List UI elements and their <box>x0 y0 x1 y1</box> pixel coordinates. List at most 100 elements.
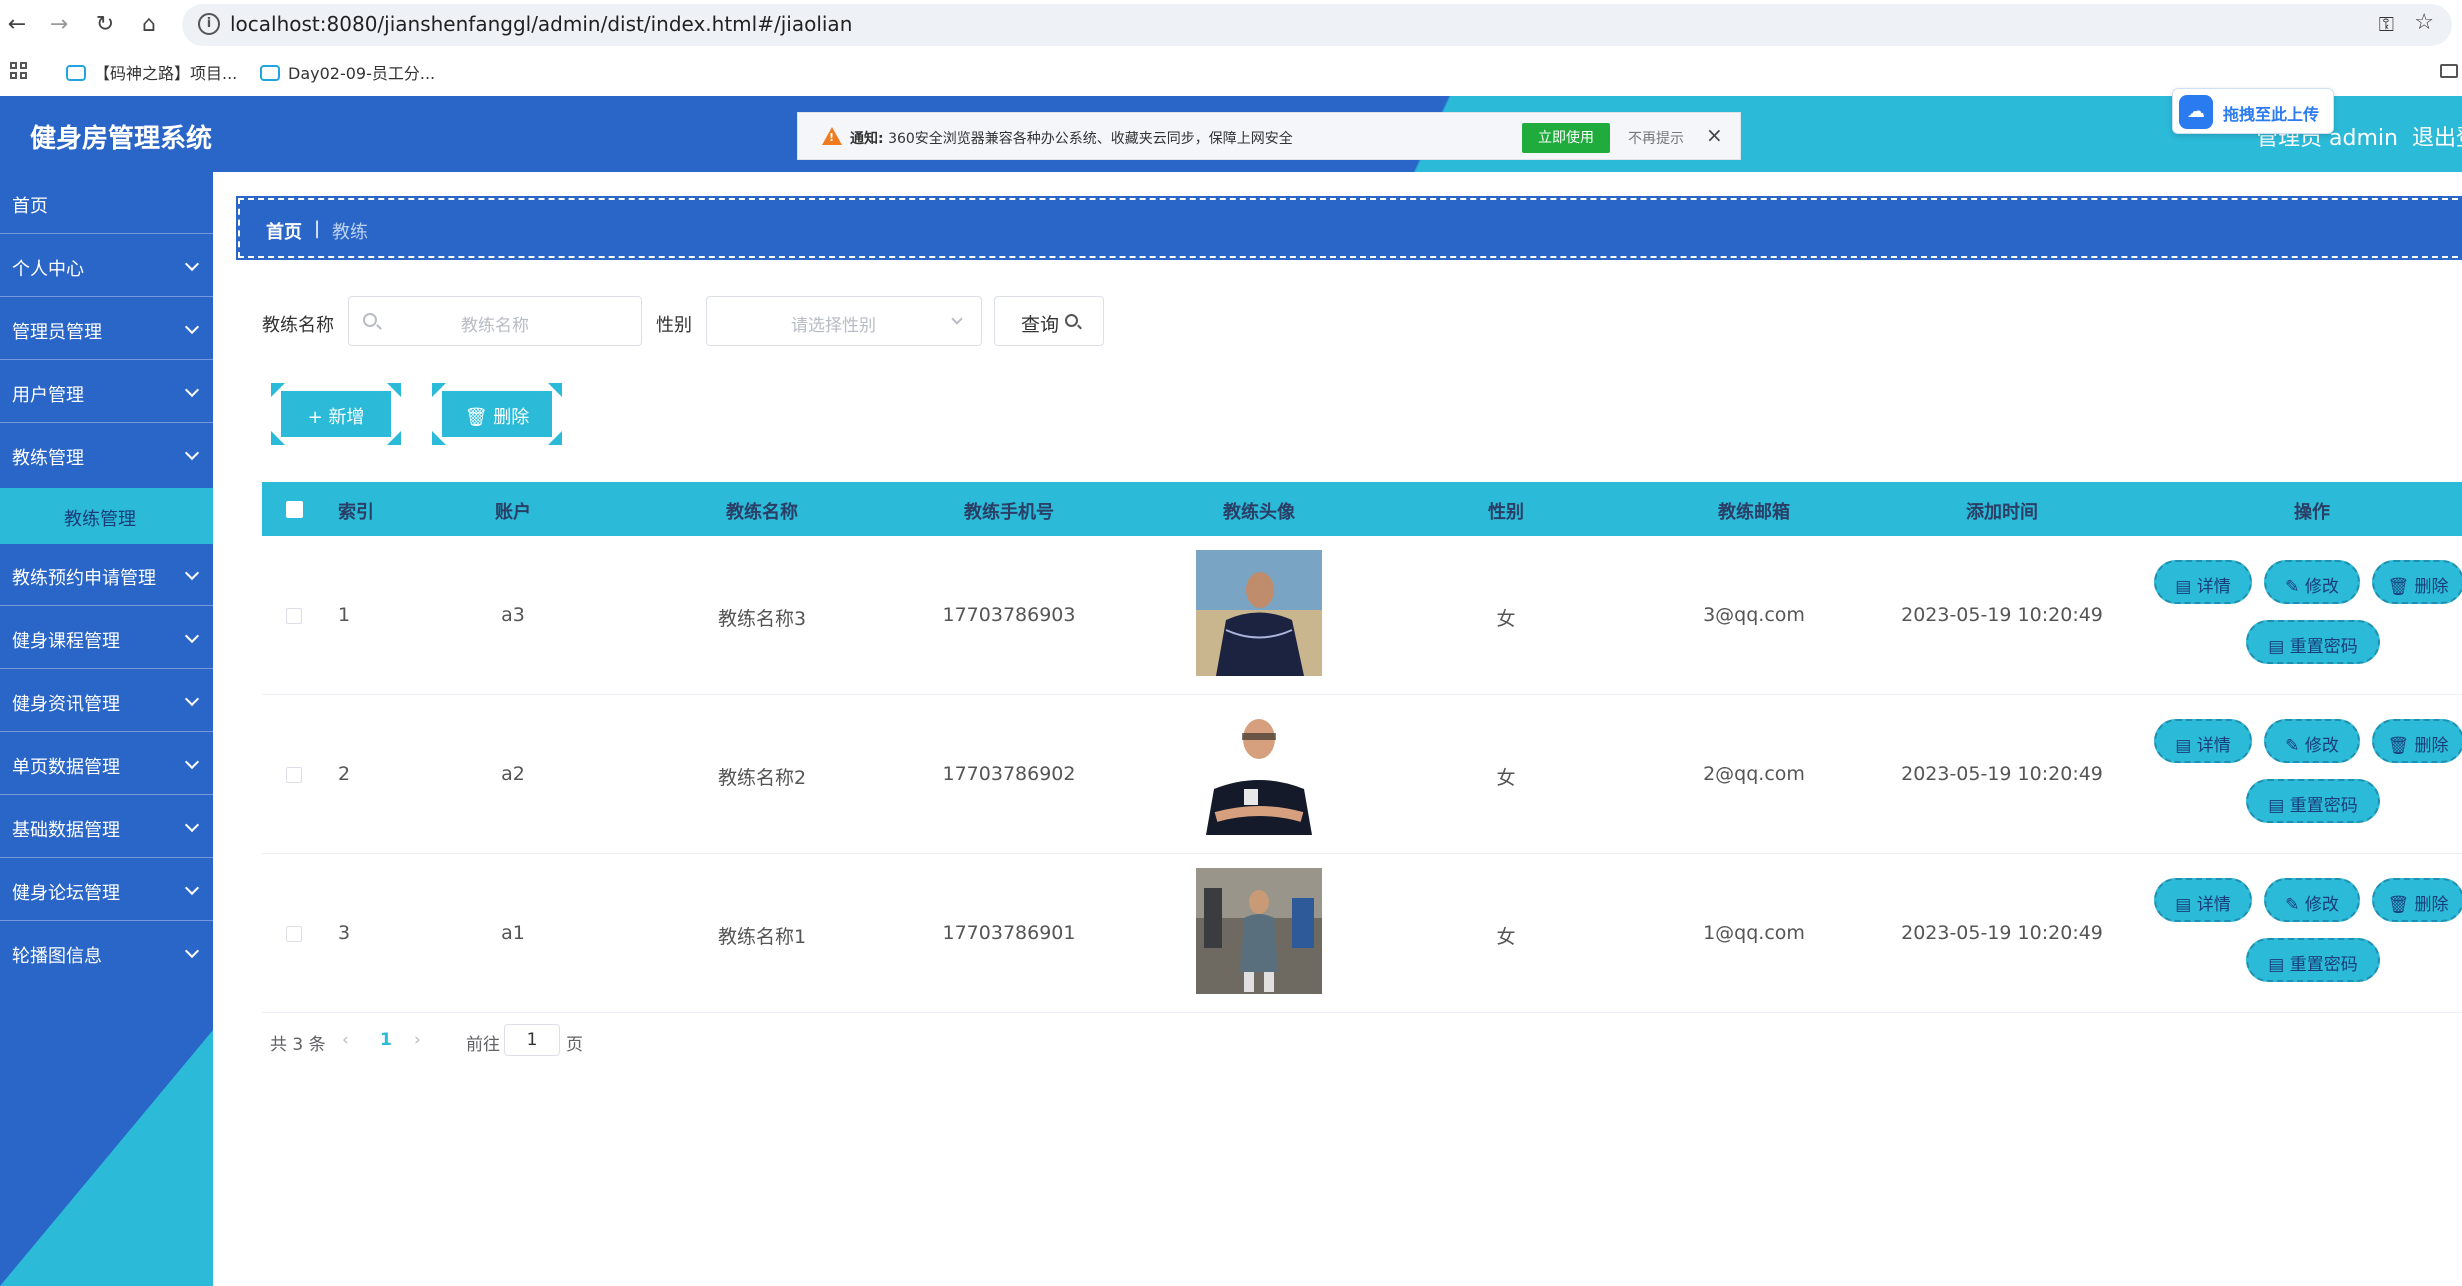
address-bar[interactable]: i localhost:8080/jianshenfanggl/admin/di… <box>182 4 2452 46</box>
sidebar-item-courses[interactable]: 健身课程管理 <box>0 607 213 669</box>
bookmark-item[interactable]: Day02-09-员工分... <box>260 60 435 84</box>
sidebar-item-admins[interactable]: 管理员管理 <box>0 298 213 360</box>
sidebar-item-label: 健身课程管理 <box>12 631 120 652</box>
pagination-prev[interactable]: ‹ <box>342 1030 349 1050</box>
query-button-label: 查询 <box>1021 314 1060 336</box>
chevron-down-icon <box>184 817 200 833</box>
gender-select[interactable]: 请选择性别 <box>706 296 982 346</box>
apps-grid-icon[interactable] <box>10 62 30 82</box>
sidebar-item-label: 单页数据管理 <box>12 757 120 778</box>
chevron-down-icon <box>184 628 200 644</box>
th-gender: 性别 <box>1488 502 1524 523</box>
reset-password-label: 重置密码 <box>2289 637 2358 657</box>
edit-button[interactable]: ✎ 修改 <box>2264 878 2360 922</box>
edit-button[interactable]: ✎ 修改 <box>2264 560 2360 604</box>
detail-button[interactable]: ▤ 详情 <box>2154 719 2252 763</box>
logout-link[interactable]: 退出登 <box>2412 120 2462 152</box>
reset-password-button[interactable]: ▤ 重置密码 <box>2246 620 2380 664</box>
row-checkbox[interactable] <box>286 608 302 624</box>
row-checkbox[interactable] <box>286 767 302 783</box>
pagination-next[interactable]: › <box>414 1030 421 1050</box>
notice-text: 360安全浏览器兼容各种办公系统、收藏夹云同步，保障上网安全 <box>888 131 1293 147</box>
browser-notice-bar: ! 通知: 360安全浏览器兼容各种办公系统、收藏夹云同步，保障上网安全 立即使… <box>797 112 1741 160</box>
delete-button[interactable]: 🗑 删除 <box>2372 878 2462 922</box>
bookmarks-bar: 【码神之路】项目... Day02-09-员工分... <box>0 50 2462 96</box>
sidebar-item-profile[interactable]: 个人中心 <box>0 235 213 297</box>
home-icon[interactable]: ⌂ <box>134 10 164 40</box>
sidebar-item-single-page[interactable]: 单页数据管理 <box>0 733 213 795</box>
sidebar-item-label: 教练管理 <box>12 448 84 469</box>
pagination-page-suffix: 页 <box>566 1035 583 1055</box>
folder-icon[interactable] <box>2440 64 2458 78</box>
back-arrow-icon[interactable]: ← <box>2 10 32 40</box>
sidebar-item-coach-booking[interactable]: 教练预约申请管理 <box>0 544 213 606</box>
use-now-button[interactable]: 立即使用 <box>1522 123 1610 153</box>
sidebar-item-home[interactable]: 首页 <box>0 172 213 234</box>
delete-button[interactable]: 🗑 删除 <box>2372 560 2462 604</box>
table-row: 3 a1 教练名称1 17703786901 女 1@qq.com 2023-0… <box>262 854 2462 1013</box>
add-button[interactable]: + 新增 <box>271 383 401 445</box>
th-account: 账户 <box>495 502 531 523</box>
breadcrumb: 首页 | 教练 <box>236 196 2462 260</box>
coach-avatar[interactable] <box>1196 709 1322 835</box>
table-header: 索引 账户 教练名称 教练手机号 教练头像 性别 教练邮箱 添加时间 操作 <box>262 482 2462 536</box>
reset-password-button[interactable]: ▤ 重置密码 <box>2246 938 2380 982</box>
cell-time: 2023-05-19 10:20:49 <box>1901 763 2103 785</box>
cell-phone: 17703786903 <box>942 604 1076 626</box>
reload-icon[interactable]: ↻ <box>90 10 120 40</box>
sidebar-item-label: 管理员管理 <box>12 322 102 343</box>
sidebar-subitem-coach-management[interactable]: 教练管理 <box>0 488 213 544</box>
coach-avatar[interactable] <box>1196 550 1322 676</box>
close-icon[interactable]: × <box>1706 123 1723 147</box>
bilibili-icon <box>66 65 86 81</box>
sidebar-item-news[interactable]: 健身资讯管理 <box>0 670 213 732</box>
sidebar: 首页 个人中心 管理员管理 用户管理 教练管理 教练管理 教练预约申请管理 健身… <box>0 172 213 1286</box>
row-checkbox[interactable] <box>286 926 302 942</box>
cell-phone: 17703786902 <box>942 763 1076 785</box>
site-info-icon[interactable]: i <box>198 13 220 35</box>
cell-account: a1 <box>501 922 525 944</box>
sidebar-item-carousel[interactable]: 轮播图信息 <box>0 922 213 984</box>
forward-arrow-icon[interactable]: → <box>44 10 74 40</box>
chevron-down-icon <box>184 382 200 398</box>
select-all-checkbox[interactable] <box>286 501 303 518</box>
bookmark-item[interactable]: 【码神之路】项目... <box>66 60 237 84</box>
cell-gender: 女 <box>1496 926 1516 948</box>
search-icon <box>1065 314 1078 327</box>
pagination-page-1[interactable]: 1 <box>380 1030 392 1050</box>
sidebar-item-base-data[interactable]: 基础数据管理 <box>0 796 213 858</box>
app-title: 健身房管理系统 <box>30 124 213 154</box>
batch-delete-button[interactable]: 🗑 删除 <box>432 383 562 445</box>
coach-avatar[interactable] <box>1196 868 1322 994</box>
query-button[interactable]: 查询 <box>994 296 1104 346</box>
sidebar-item-label: 轮播图信息 <box>12 946 102 967</box>
pagination-goto-input[interactable]: 1 <box>504 1024 560 1056</box>
sidebar-item-users[interactable]: 用户管理 <box>0 361 213 423</box>
detail-label: 详情 <box>2196 577 2231 597</box>
upload-label: 拖拽至此上传 <box>2223 105 2320 124</box>
breadcrumb-current: 教练 <box>332 222 368 243</box>
reset-password-button[interactable]: ▤ 重置密码 <box>2246 779 2380 823</box>
upload-drop-pill[interactable]: ☁ 拖拽至此上传 <box>2172 88 2334 134</box>
delete-label: 删除 <box>2414 895 2449 915</box>
edit-button[interactable]: ✎ 修改 <box>2264 719 2360 763</box>
pagination-total: 共 3 条 <box>270 1035 326 1055</box>
detail-button[interactable]: ▤ 详情 <box>2154 878 2252 922</box>
url-text[interactable]: localhost:8080/jianshenfanggl/admin/dist… <box>230 12 852 36</box>
bookmark-star-icon[interactable]: ☆ <box>2414 10 2434 35</box>
edit-label: 修改 <box>2304 895 2339 915</box>
cell-name: 教练名称2 <box>717 767 807 789</box>
reset-password-label: 重置密码 <box>2289 796 2358 816</box>
key-icon[interactable]: ⚿ <box>2379 12 2394 36</box>
coach-name-input[interactable]: 教练名称 <box>348 296 642 346</box>
sidebar-item-forum[interactable]: 健身论坛管理 <box>0 859 213 921</box>
delete-button[interactable]: 🗑 删除 <box>2372 719 2462 763</box>
cell-index: 3 <box>337 922 351 944</box>
dismiss-link[interactable]: 不再提示 <box>1628 128 1684 148</box>
chevron-down-icon <box>184 445 200 461</box>
sidebar-item-coaches[interactable]: 教练管理 <box>0 424 213 486</box>
sidebar-decoration <box>0 1030 213 1286</box>
sidebar-subitem-label: 教练管理 <box>64 509 136 530</box>
detail-button[interactable]: ▤ 详情 <box>2154 560 2252 604</box>
breadcrumb-home[interactable]: 首页 <box>266 218 302 244</box>
